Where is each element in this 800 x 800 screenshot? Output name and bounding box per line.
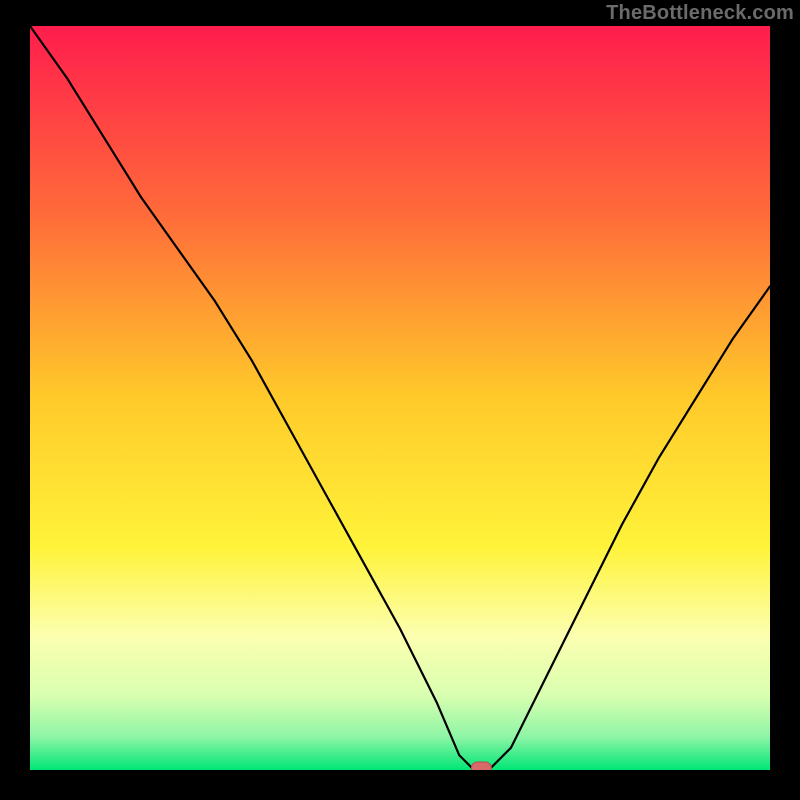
optimal-point-marker-icon bbox=[471, 762, 491, 770]
chart-frame: TheBottleneck.com bbox=[0, 0, 800, 800]
plot-area bbox=[30, 26, 770, 770]
bottleneck-chart-svg bbox=[30, 26, 770, 770]
gradient-background bbox=[30, 26, 770, 770]
attribution-label: TheBottleneck.com bbox=[606, 2, 794, 25]
